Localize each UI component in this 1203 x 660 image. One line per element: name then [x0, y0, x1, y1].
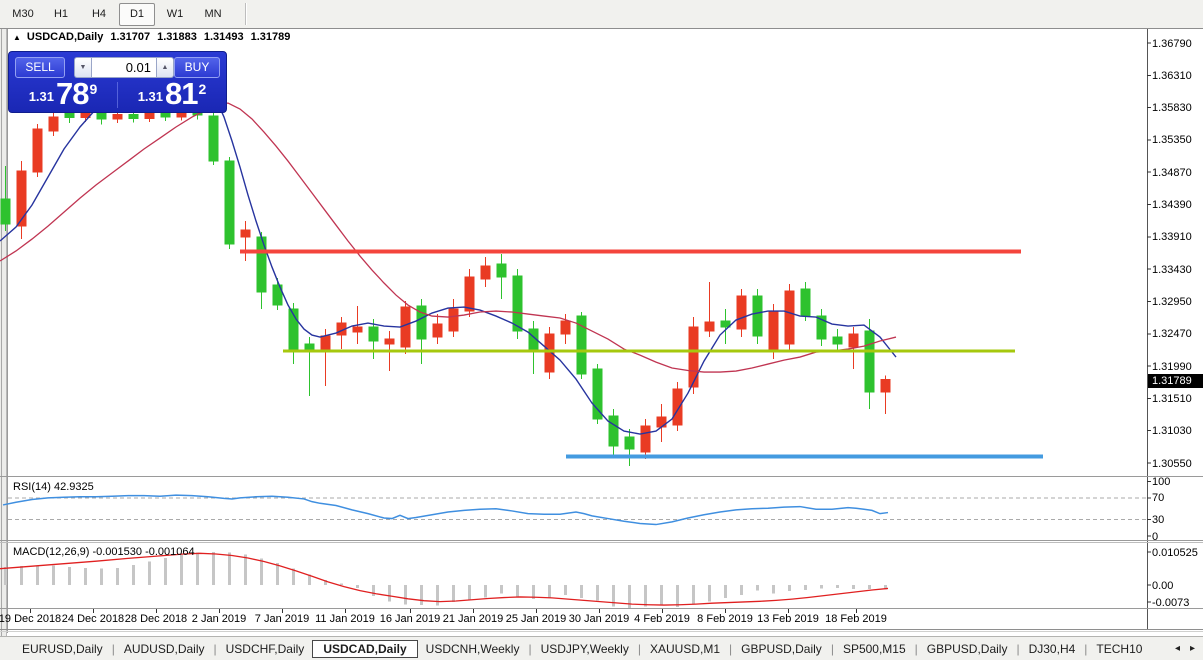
price-axis-label: 1.36310: [1152, 70, 1192, 82]
sell-price-display[interactable]: 1.31 78 9: [9, 79, 117, 111]
price-axis-label: 1.35830: [1152, 102, 1192, 114]
price-axis-label: 1.32950: [1152, 296, 1192, 308]
tab-scroll-arrows: ◂ ▸: [1175, 643, 1195, 654]
price-axis-label: 1.33430: [1152, 264, 1192, 276]
chart-tab-usdjpy-weekly[interactable]: USDJPY,Weekly: [533, 640, 637, 658]
chart-canvas[interactable]: [0, 29, 1203, 660]
macd-axis-label: 0.010525: [1152, 547, 1198, 559]
ma-fast-line: [0, 74, 896, 434]
chart-tab-usdcad-daily[interactable]: USDCAD,Daily: [312, 640, 417, 658]
rsi-axis-label: 100: [1152, 476, 1170, 488]
volume-spinner: ▼ 0.01 ▲: [74, 57, 174, 78]
chart-title: ▲ USDCAD,Daily 1.31707 1.31883 1.31493 1…: [13, 31, 297, 43]
rsi-axis-label: 30: [1152, 514, 1164, 526]
tab-scroll-right-icon[interactable]: ▸: [1190, 643, 1195, 654]
chart-tab-xauusd-m1[interactable]: XAUUSD,M1: [642, 640, 728, 658]
trade-panel-prices: 1.31 78 9 1.31 81 2: [9, 79, 226, 111]
chart-tab-usdchf-daily[interactable]: USDCHF,Daily: [218, 640, 313, 658]
macd-histogram: [4, 552, 887, 608]
rsi-axis-label: 0: [1152, 531, 1158, 543]
chart-tab-sp500-m15[interactable]: SP500,M15: [835, 640, 914, 658]
buy-button[interactable]: BUY: [174, 57, 220, 78]
price-axis-label: 1.32470: [1152, 328, 1192, 340]
price-axis-label: 1.34390: [1152, 199, 1192, 211]
macd-axis-label: -0.0073: [1152, 597, 1189, 609]
macd-indicator-label: MACD(12,26,9) -0.001530 -0.001064: [13, 546, 195, 558]
timeframe-button-d1[interactable]: D1: [119, 3, 155, 26]
price-axis-label: 1.36790: [1152, 38, 1192, 50]
price-axis-label: 1.31030: [1152, 425, 1192, 437]
chart-tab-gbpusd-daily[interactable]: GBPUSD,Daily: [733, 640, 830, 658]
date-axis-label: 18 Feb 2019: [811, 613, 901, 625]
current-price-badge: 1.31789: [1148, 374, 1203, 388]
chart-tab-gbpusd-daily[interactable]: GBPUSD,Daily: [919, 640, 1016, 658]
ohlc-low-value: 1.31493: [204, 31, 244, 43]
chart-tab-eurusd-daily[interactable]: EURUSD,Daily: [14, 640, 111, 658]
ohlc-close-value: 1.31789: [251, 31, 291, 43]
price-axis-label: 1.33910: [1152, 231, 1192, 243]
chart-tab-dj30-h4[interactable]: DJ30,H4: [1021, 640, 1084, 658]
price-axis-label: 1.34870: [1152, 167, 1192, 179]
macd-axis-label: 0.00: [1152, 580, 1173, 592]
buy-price-main: 81: [165, 79, 197, 108]
price-axis-label: 1.30550: [1152, 458, 1192, 470]
trading-terminal-window: M30H1H4D1W1MN ▲ USDCAD,Daily 1.31707 1.3…: [0, 0, 1203, 660]
candles-group: [1, 108, 890, 466]
chart-tab-audusd-daily[interactable]: AUDUSD,Daily: [116, 640, 213, 658]
timeframe-button-mn[interactable]: MN: [195, 3, 231, 26]
tab-scroll-left-icon[interactable]: ◂: [1175, 643, 1180, 654]
rsi-axis-label: 70: [1152, 492, 1164, 504]
chart-tabs: EURUSD,Daily|AUDUSD,Daily|USDCHF,DailyUS…: [14, 640, 1150, 658]
volume-input[interactable]: 0.01: [91, 57, 157, 78]
price-axis-label: 1.31990: [1152, 361, 1192, 373]
collapse-panel-icon[interactable]: ▲: [13, 33, 21, 42]
chart-tab-usdcnh-weekly[interactable]: USDCNH,Weekly: [418, 640, 528, 658]
price-axis-label: 1.31510: [1152, 393, 1192, 405]
timeframe-button-w1[interactable]: W1: [157, 3, 193, 26]
volume-increase-button[interactable]: ▲: [157, 57, 174, 78]
ohlc-open-value: 1.31707: [110, 31, 150, 43]
sell-button[interactable]: SELL: [15, 57, 65, 78]
buy-price-display[interactable]: 1.31 81 2: [118, 79, 226, 111]
sell-price-main: 78: [56, 79, 88, 108]
timeframe-button-m30[interactable]: M30: [5, 3, 41, 26]
chart-tab-tech10[interactable]: TECH10: [1088, 640, 1150, 658]
timeframe-button-h1[interactable]: H1: [43, 3, 79, 26]
chart-tab-bar: EURUSD,Daily|AUDUSD,Daily|USDCHF,DailyUS…: [0, 636, 1203, 660]
timeframe-button-h4[interactable]: H4: [81, 3, 117, 26]
rsi-indicator-label: RSI(14) 42.9325: [13, 481, 94, 493]
ohlc-high-value: 1.31883: [157, 31, 197, 43]
buy-price-prefix: 1.31: [138, 86, 163, 108]
price-axis-label: 1.35350: [1152, 134, 1192, 146]
timeframe-toolbar: M30H1H4D1W1MN: [0, 0, 1203, 29]
buy-price-pip: 2: [199, 81, 207, 97]
sell-price-prefix: 1.31: [29, 86, 54, 108]
volume-decrease-button[interactable]: ▼: [74, 57, 91, 78]
sell-price-pip: 9: [90, 81, 98, 97]
chart-symbol-label: USDCAD,Daily: [27, 31, 103, 43]
toolbar-separator: [245, 3, 247, 25]
one-click-trading-panel: SELL ▼ 0.01 ▲ BUY 1.31 78 9 1.31 81 2: [8, 51, 227, 113]
